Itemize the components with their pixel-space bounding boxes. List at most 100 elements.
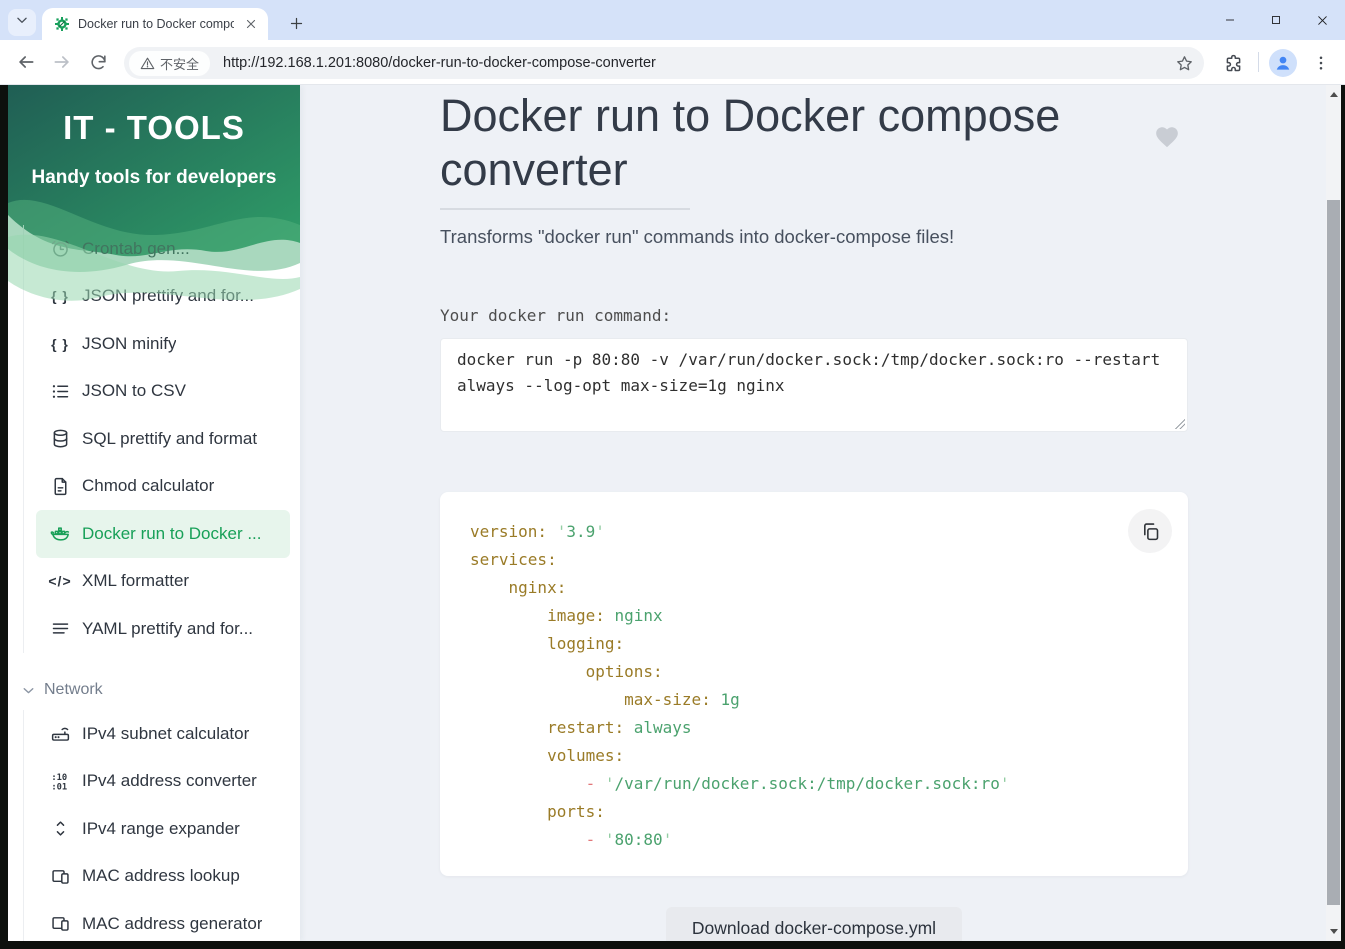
address-bar[interactable]: 不安全 http://192.168.1.201:8080/docker-run… xyxy=(124,47,1204,79)
braces-icon: { } xyxy=(47,284,73,308)
sidebar-item-label: Crontab gen... xyxy=(82,239,190,259)
devices-icon xyxy=(47,864,73,888)
sidebar-item-ipv4-range-expander[interactable]: IPv4 range expander xyxy=(36,805,290,853)
sidebar-item-sql-prettify-and-format[interactable]: SQL prettify and format xyxy=(36,415,290,463)
it-tools-favicon-icon xyxy=(54,16,70,32)
code-line: options: xyxy=(470,658,1158,686)
toolbar-separator xyxy=(1258,52,1259,72)
sidebar-item-xml-formatter[interactable]: </> XML formatter xyxy=(36,558,290,606)
code-tags-icon: </> xyxy=(47,569,73,593)
sidebar-item-label: MAC address generator xyxy=(82,914,262,934)
chevron-down-icon xyxy=(20,682,37,699)
url-text[interactable]: http://192.168.1.201:8080/docker-run-to-… xyxy=(223,55,656,71)
sidebar-item-chmod-calculator[interactable]: Chmod calculator xyxy=(36,463,290,511)
security-chip[interactable]: 不安全 xyxy=(129,51,210,76)
sidebar-item-json-prettify-and-for[interactable]: { }JSON prettify and for... xyxy=(36,273,290,321)
code-line: image: nginx xyxy=(470,602,1158,630)
window-controls xyxy=(1207,0,1345,40)
code-line: version: '3.9' xyxy=(470,518,1158,546)
title-divider xyxy=(440,208,690,210)
sidebar-item-yaml-prettify-and-for[interactable]: YAML prettify and for... xyxy=(36,605,290,653)
sidebar-item-json-to-csv[interactable]: JSON to CSV xyxy=(36,368,290,416)
minimize-button[interactable] xyxy=(1207,0,1253,40)
sidebar-network-list: IPv4 subnet calculator :10:01 IPv4 address… xyxy=(23,710,290,941)
alarm-clock-icon xyxy=(47,237,73,261)
copy-button[interactable] xyxy=(1128,509,1172,553)
page-scrollbar[interactable] xyxy=(1326,85,1341,941)
sidebar-item-json-minify[interactable]: { } JSON minify xyxy=(36,320,290,368)
tab-search-button[interactable] xyxy=(8,9,36,36)
browser-menu-icon[interactable] xyxy=(1308,50,1334,76)
sidebar-section-network[interactable]: Network xyxy=(20,675,103,705)
tab-title: Docker run to Docker compo xyxy=(78,17,234,31)
unfold-icon xyxy=(47,817,73,841)
code-line: - '80:80' xyxy=(470,826,1158,854)
forward-button[interactable] xyxy=(46,46,78,78)
binary-icon: :10:01 xyxy=(47,769,73,793)
bookmark-star-icon[interactable] xyxy=(1175,54,1194,73)
sidebar-item-label: JSON to CSV xyxy=(82,381,186,401)
maximize-button[interactable] xyxy=(1253,0,1299,40)
app-tagline: Handy tools for developers xyxy=(8,167,300,189)
page-content: IT - TOOLS Handy tools for developers Cr… xyxy=(8,85,1341,941)
braces-icon: { } xyxy=(47,332,73,356)
sidebar-item-label: Chmod calculator xyxy=(82,476,214,496)
tab-strip: Docker run to Docker compo xyxy=(0,0,1345,40)
sidebar-item-ipv4-address-converter[interactable]: :10:01 IPv4 address converter xyxy=(36,758,290,806)
sidebar-item-label: XML formatter xyxy=(82,571,189,591)
router-icon xyxy=(47,722,73,746)
desktop-edge xyxy=(1341,85,1345,949)
reload-button[interactable] xyxy=(82,46,114,78)
profile-avatar[interactable] xyxy=(1269,49,1297,77)
sidebar-item-mac-address-lookup[interactable]: MAC address lookup xyxy=(36,853,290,901)
tool-description: Transforms "docker run" commands into do… xyxy=(440,226,954,248)
warning-triangle-icon xyxy=(140,56,155,71)
file-icon xyxy=(47,474,73,498)
new-tab-button[interactable] xyxy=(282,9,310,37)
copy-icon xyxy=(1140,521,1161,542)
chevron-down-icon xyxy=(15,13,29,32)
docker-run-command-input[interactable]: docker run -p 80:80 -v /var/run/docker.s… xyxy=(440,338,1188,432)
browser-tab[interactable]: Docker run to Docker compo xyxy=(42,8,268,40)
code-line: max-size: 1g xyxy=(470,686,1158,714)
yaml-code[interactable]: version: '3.9'services: nginx: image: ng… xyxy=(470,518,1158,854)
sidebar-item-label: Docker run to Docker ... xyxy=(82,524,262,544)
sidebar-item-label: SQL prettify and format xyxy=(82,429,257,449)
back-button[interactable] xyxy=(10,46,42,78)
svg-text::01: :01 xyxy=(51,782,67,792)
section-label: Network xyxy=(44,681,103,699)
sidebar-item-ipv4-subnet-calculator[interactable]: IPv4 subnet calculator xyxy=(36,710,290,758)
code-line: volumes: xyxy=(470,742,1158,770)
sidebar-item-label: IPv4 address converter xyxy=(82,771,257,791)
list-icon xyxy=(47,379,73,403)
input-label: Your docker run command: xyxy=(440,306,671,325)
sidebar-item-crontab-gen[interactable]: Crontab gen... xyxy=(36,225,290,273)
browser-window: Docker run to Docker compo 不安全 http://19… xyxy=(0,0,1345,949)
sidebar-item-label: IPv4 range expander xyxy=(82,819,240,839)
sidebar-item-mac-address-generator[interactable]: MAC address generator xyxy=(36,900,290,941)
docker-whale-icon xyxy=(47,522,73,546)
sidebar-item-docker-run-to-docker[interactable]: Docker run to Docker ... xyxy=(36,510,290,558)
tab-close-icon[interactable] xyxy=(242,15,260,33)
menu-lines-icon xyxy=(47,617,73,641)
security-label: 不安全 xyxy=(160,54,199,73)
code-line: - '/var/run/docker.sock:/tmp/docker.sock… xyxy=(470,770,1158,798)
code-line: nginx: xyxy=(470,574,1158,602)
sidebar-item-label: JSON minify xyxy=(82,334,176,354)
sidebar-item-label: MAC address lookup xyxy=(82,866,240,886)
extensions-puzzle-icon[interactable] xyxy=(1220,50,1246,76)
scrollbar-down-arrow[interactable] xyxy=(1326,924,1341,939)
scrollbar-thumb[interactable] xyxy=(1327,200,1340,905)
scrollbar-up-arrow[interactable] xyxy=(1326,87,1341,102)
sidebar-tools-list: Crontab gen... { }JSON prettify and for..… xyxy=(23,225,290,653)
code-line: services: xyxy=(470,546,1158,574)
devices-icon xyxy=(47,912,73,936)
sidebar: IT - TOOLS Handy tools for developers Cr… xyxy=(8,85,300,941)
code-line: ports: xyxy=(470,798,1158,826)
database-icon xyxy=(47,427,73,451)
close-window-button[interactable] xyxy=(1299,0,1345,40)
favorite-heart-icon[interactable] xyxy=(1154,124,1180,150)
main-content: Docker run to Docker compose converter T… xyxy=(300,85,1326,941)
download-compose-button[interactable]: Download docker-compose.yml xyxy=(666,907,962,941)
sidebar-item-label: IPv4 subnet calculator xyxy=(82,724,249,744)
